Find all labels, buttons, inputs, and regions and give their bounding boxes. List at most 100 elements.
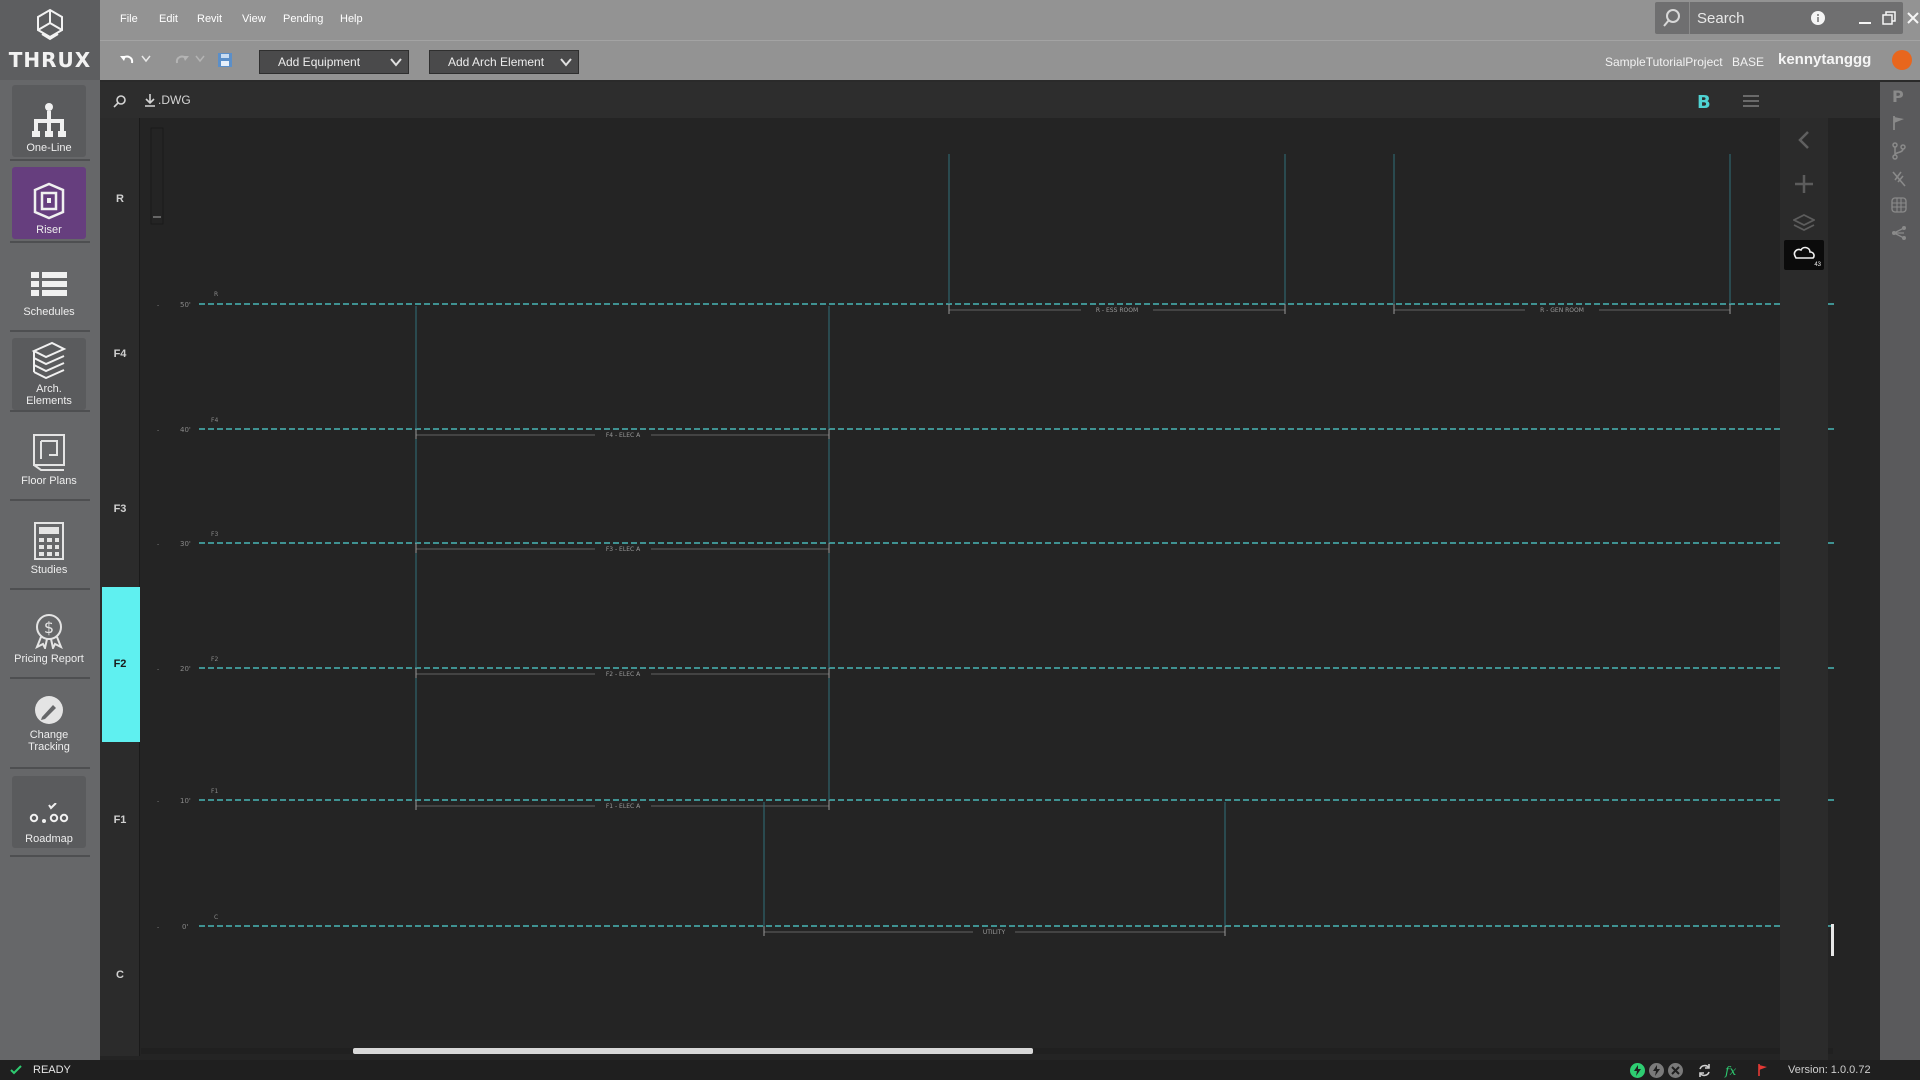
level-f2[interactable]: - 20' F2: [157, 656, 1834, 673]
nav-item-studies[interactable]: Studies: [12, 507, 86, 579]
wire-cut-icon[interactable]: [1891, 170, 1907, 188]
x-icon: [1671, 1066, 1680, 1075]
flag-icon[interactable]: [1892, 115, 1906, 131]
room-r-gen-room[interactable]: R - GEN ROOM: [1393, 154, 1731, 315]
nav-label-one-line: One-Line: [26, 142, 72, 154]
room-f3-elec-a[interactable]: F3 - ELEC A: [415, 543, 830, 554]
chevron-down-icon: [560, 58, 572, 67]
add-equipment-label: Add Equipment: [278, 55, 361, 69]
nav-item-roadmap[interactable]: Roadmap: [12, 776, 86, 848]
nav-item-change-tracking[interactable]: Change Tracking: [12, 686, 86, 756]
function-fx-icon[interactable]: fx: [1724, 1063, 1739, 1078]
room-f1-elec-a[interactable]: F1 - ELEC A: [415, 800, 830, 811]
nav-item-schedules[interactable]: Schedules: [12, 249, 86, 321]
level-f2-bullet: -: [157, 666, 159, 673]
plus-icon[interactable]: [1794, 174, 1814, 194]
info-icon[interactable]: [1810, 10, 1826, 26]
room-r-ess-room[interactable]: R - ESS ROOM: [948, 154, 1286, 315]
room-label: R - ESS ROOM: [1096, 307, 1138, 314]
level-f3-elev: 30': [180, 540, 191, 548]
svg-text:$: $: [44, 618, 54, 637]
riser-canvas[interactable]: R F4 F3 F2 F1 C - 50' R - 40' F4 - 30' F…: [100, 118, 1880, 1060]
nav-item-floor-plans[interactable]: Floor Plans: [12, 418, 86, 490]
level-f4[interactable]: - 40' F4: [157, 417, 1834, 434]
floor-label-f1[interactable]: F1: [100, 814, 140, 826]
list-icon[interactable]: [1743, 94, 1759, 108]
nav-label-riser: Riser: [36, 224, 62, 236]
flag-red-icon[interactable]: [1757, 1063, 1769, 1077]
save-icon[interactable]: [218, 53, 232, 67]
svg-text:B: B: [1697, 92, 1711, 110]
chevron-left-icon[interactable]: [1797, 130, 1811, 150]
add-equipment-dropdown[interactable]: Add Equipment: [259, 50, 409, 74]
nav-separator: [10, 330, 90, 332]
nav-separator: [10, 767, 90, 769]
floor-label-c[interactable]: C: [100, 969, 140, 981]
right-tool-strip: 43: [1780, 118, 1828, 1060]
status-indicator-grey[interactable]: [1649, 1063, 1664, 1078]
menu-file[interactable]: File: [120, 13, 138, 25]
close-icon[interactable]: [1905, 10, 1920, 26]
room-f2-elec-a[interactable]: F2 - ELEC A: [415, 668, 830, 679]
level-c-elev: 0': [182, 923, 188, 931]
level-f2-elev: 20': [180, 665, 191, 673]
level-f1[interactable]: - 10' F1: [157, 788, 1834, 805]
right-rail: P: [1880, 82, 1920, 1060]
username[interactable]: kennytanggg: [1778, 51, 1871, 68]
minimize-icon[interactable]: [1857, 10, 1873, 26]
nav-item-riser[interactable]: Riser: [12, 167, 86, 239]
avatar[interactable]: [1892, 50, 1912, 70]
level-f3[interactable]: - 30' F3: [157, 531, 1834, 548]
floor-label-f3[interactable]: F3: [100, 503, 140, 515]
base-label[interactable]: BASE: [1732, 55, 1764, 69]
layers-icon[interactable]: [1793, 213, 1815, 233]
add-arch-element-label: Add Arch Element: [448, 55, 545, 69]
nav-label-pricing-report: Pricing Report: [14, 653, 84, 665]
status-indicator-green[interactable]: [1630, 1063, 1645, 1078]
search-icon[interactable]: [1661, 7, 1683, 29]
bold-b-icon[interactable]: B: [1697, 92, 1711, 110]
floor-label-f4[interactable]: F4: [100, 348, 140, 360]
menu-view[interactable]: View: [242, 13, 266, 25]
export-dwg-button[interactable]: .DWG: [144, 93, 191, 107]
toolbar: Add Equipment Add Arch Element SampleTut…: [100, 40, 1920, 80]
redo-icon[interactable]: [174, 53, 190, 67]
nav-separator: [10, 499, 90, 501]
menu-pending[interactable]: Pending: [283, 13, 323, 25]
status-indicator-error[interactable]: [1668, 1063, 1683, 1078]
branch-icon[interactable]: [1891, 142, 1907, 160]
nav-label-change-tracking: Change Tracking: [28, 729, 70, 753]
nav-item-one-line[interactable]: One-Line: [12, 85, 86, 157]
roadmap-icon: [29, 803, 69, 823]
floor-label-f2[interactable]: F2: [100, 658, 140, 670]
cloud-storage-button[interactable]: 43: [1784, 240, 1824, 270]
refresh-icon[interactable]: [1697, 1063, 1712, 1078]
redo-dropdown-icon[interactable]: [195, 55, 205, 63]
nav-separator: [10, 855, 90, 857]
properties-p-icon[interactable]: P: [1892, 88, 1906, 104]
add-arch-element-dropdown[interactable]: Add Arch Element: [429, 50, 579, 74]
share-tree-icon[interactable]: [1891, 225, 1907, 241]
floor-label-r[interactable]: R: [100, 193, 140, 205]
zoom-search-icon[interactable]: [113, 94, 127, 108]
menu-edit[interactable]: Edit: [159, 13, 178, 25]
vertical-scroll-thumb[interactable]: [1831, 924, 1834, 956]
room-f4-elec-a[interactable]: F4 - ELEC A: [415, 429, 830, 440]
room-utility[interactable]: UTILITY: [763, 802, 1226, 937]
undo-icon[interactable]: [119, 53, 135, 67]
level-f1-elev: 10': [180, 797, 191, 805]
undo-dropdown-icon[interactable]: [141, 55, 151, 63]
project-name[interactable]: SampleTutorialProject: [1605, 55, 1723, 69]
cloud-storage-icon: [1793, 246, 1815, 259]
menu-help[interactable]: Help: [340, 13, 363, 25]
room-label: F4 - ELEC A: [606, 432, 641, 439]
restore-icon[interactable]: [1881, 10, 1897, 26]
riser-drawing[interactable]: - 50' R - 40' F4 - 30' F3 - 20' F2 - 10'…: [141, 118, 1834, 1048]
zoom-indicator[interactable]: [150, 127, 164, 225]
horizontal-scrollbar-thumb[interactable]: [353, 1048, 1033, 1054]
nav-item-pricing-report[interactable]: $ Pricing Report: [12, 596, 86, 668]
grid-icon[interactable]: [1891, 197, 1907, 213]
nav-item-arch-elements[interactable]: Arch. Elements: [12, 338, 86, 410]
room-label: UTILITY: [983, 929, 1006, 936]
menu-revit[interactable]: Revit: [197, 13, 222, 25]
